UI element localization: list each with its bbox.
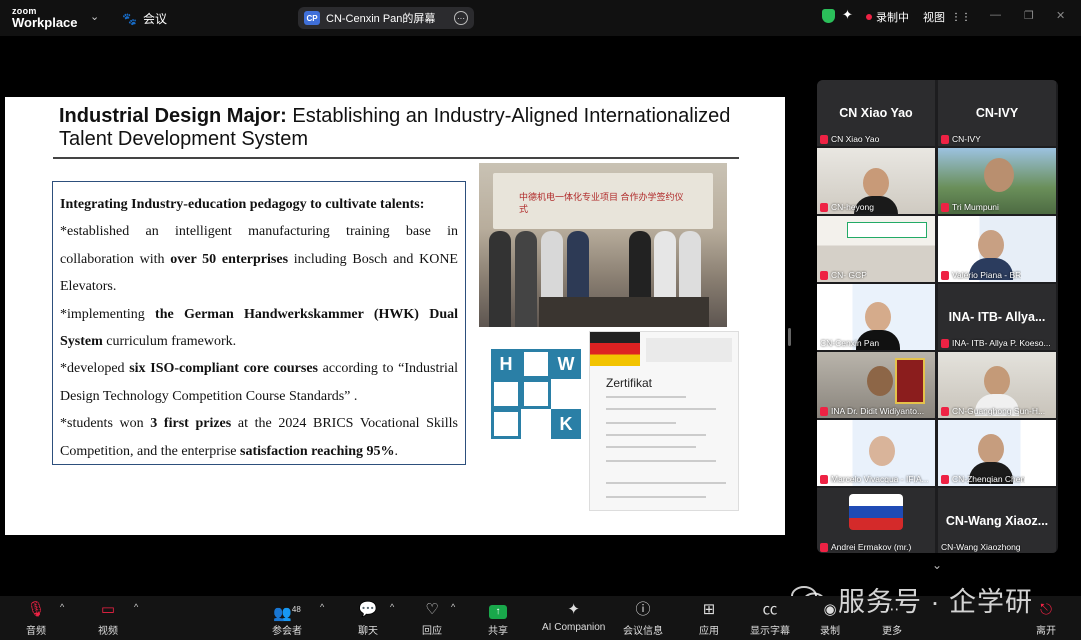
mic-muted-icon: [941, 338, 949, 348]
video-tile[interactable]: INA Dr. Didit Widiyanto...: [817, 352, 935, 418]
zoom-logo[interactable]: zoom Workplace: [12, 6, 78, 30]
panel-splitter[interactable]: [788, 328, 791, 346]
ai-sparkle-icon[interactable]: ✦: [842, 7, 853, 23]
meeting-info-button[interactable]: ⓘ 会议信息: [623, 600, 663, 637]
photo-banner-text: 中德机电一体化专业项目 合作办学签约仪式: [519, 192, 684, 214]
certificate-title: Zertifikat: [606, 376, 653, 390]
presentation-slide: Industrial Design Major: Establishing an…: [5, 97, 785, 535]
top-bar: zoom Workplace ⌄ 🐾 会议 CP CN-Cenxin Pan的屏…: [0, 0, 1081, 36]
more-icon[interactable]: ···: [454, 11, 468, 25]
bullet-2: *implementing the German Handwerkskammer…: [60, 306, 458, 350]
paw-icon: 🐾: [122, 11, 137, 26]
video-tile[interactable]: CN-IVY CN-IVY: [938, 80, 1056, 146]
recording-indicator[interactable]: 录制中: [866, 9, 909, 25]
chevron-down-icon[interactable]: ⌄: [932, 558, 942, 572]
intro-heading: Integrating Industry-education pedagogy …: [60, 197, 425, 212]
react-button[interactable]: ♡ 回应: [422, 600, 442, 637]
restore-icon[interactable]: ❐: [1024, 9, 1034, 22]
video-tile[interactable]: CN-heyong: [817, 148, 935, 214]
heart-icon: ♡: [425, 601, 439, 618]
participant-gallery: CN Xiao Yao CN Xiao Yao CN-IVY CN-IVY CN…: [817, 80, 1058, 553]
video-tile[interactable]: Andrei Ermakov (mr.): [817, 488, 935, 553]
shared-screen: Industrial Design Major: Establishing an…: [5, 72, 785, 562]
apps-button[interactable]: ⊞ 应用: [699, 600, 719, 637]
signing-table: [539, 297, 709, 327]
record-button[interactable]: ◉ 录制: [820, 600, 840, 637]
video-tile[interactable]: CN Xiao Yao CN Xiao Yao: [817, 80, 935, 146]
share-screen-icon: ↑: [489, 605, 507, 619]
record-icon: ◉: [823, 601, 837, 618]
sharer-avatar: CP: [304, 11, 320, 25]
mic-muted-icon: [941, 270, 949, 280]
video-tile-active-speaker[interactable]: CN-Cenxin Pan: [817, 284, 935, 350]
bullet-4: *students won 3 first prizes at the 2024…: [60, 416, 458, 459]
ai-sparkle-icon: ✦: [567, 601, 580, 618]
chevron-up-icon[interactable]: ^: [60, 602, 64, 612]
video-tile[interactable]: CN- GCP: [817, 216, 935, 282]
mic-muted-icon: [941, 202, 949, 212]
share-title: CN-Cenxin Pan的屏幕: [326, 13, 436, 25]
video-tile[interactable]: Valério Piana - BR: [938, 216, 1056, 282]
content-textbox: Integrating Industry-education pedagogy …: [52, 181, 466, 465]
divider: [53, 157, 739, 159]
share-indicator[interactable]: CP CN-Cenxin Pan的屏幕 ···: [298, 7, 474, 29]
slide-title: Industrial Design Major: Establishing an…: [59, 105, 785, 151]
mic-muted-icon: [820, 406, 828, 416]
audio-button[interactable]: 🎙 音频: [26, 600, 46, 637]
mic-muted-icon: [820, 474, 828, 484]
mic-muted-icon: 🎙: [26, 601, 46, 618]
leave-button[interactable]: ⎋ 离开: [1036, 600, 1056, 637]
bullet-1: *established an intelligent manufacturin…: [60, 224, 458, 295]
close-icon[interactable]: ✕: [1056, 9, 1065, 22]
video-tile[interactable]: CN-Guanghong Sun-H...: [938, 352, 1056, 418]
chat-icon: 💬: [358, 601, 378, 618]
participants-button[interactable]: 👥48 参会者: [272, 600, 302, 637]
chevron-up-icon[interactable]: ^: [390, 602, 394, 612]
bullet-3: *developed six ISO-compliant core course…: [60, 361, 459, 404]
captions-button[interactable]: ㏄ 显示字幕: [750, 600, 790, 637]
meetings-menu[interactable]: 🐾 会议: [122, 10, 167, 27]
ai-companion-button[interactable]: ✦ AI Companion: [542, 600, 605, 633]
minimize-icon[interactable]: —: [990, 9, 1001, 21]
chat-button[interactable]: 💬 聊天: [358, 600, 378, 637]
view-menu[interactable]: 视图 ⋮⋮: [923, 9, 971, 25]
people-icon: 👥48: [273, 605, 301, 622]
chevron-down-icon[interactable]: ⌄: [90, 10, 99, 23]
chevron-up-icon[interactable]: ^: [320, 602, 324, 612]
mic-muted-icon: [820, 202, 828, 212]
mic-muted-icon: [820, 270, 828, 280]
apps-icon: ⊞: [702, 601, 716, 618]
video-tile[interactable]: CN-Zhenqian Chen: [938, 420, 1056, 486]
logo-line2: Workplace: [12, 15, 78, 30]
info-icon: ⓘ: [635, 601, 651, 618]
chevron-up-icon[interactable]: ^: [134, 602, 138, 612]
record-dot-icon: [866, 14, 872, 20]
chevron-up-icon[interactable]: ^: [451, 602, 455, 612]
video-off-icon: ▭: [100, 601, 116, 618]
video-button[interactable]: ▭ 视频: [98, 600, 118, 637]
leave-icon: ⎋: [1040, 601, 1052, 618]
video-tile[interactable]: Marcelo Vivacqua - IFIA...: [817, 420, 935, 486]
hwk-logo: H W K: [491, 349, 583, 441]
mic-muted-icon: [820, 134, 828, 144]
video-tile[interactable]: Tri Mumpuni: [938, 148, 1056, 214]
video-tile[interactable]: INA- ITB- Allya... INA- ITB- Allya P. Ko…: [938, 284, 1056, 350]
recording-label: 录制中: [876, 12, 909, 24]
slide-title-bold: Industrial Design Major:: [59, 105, 287, 127]
mic-muted-icon: [941, 474, 949, 484]
video-tile[interactable]: CN-Wang Xiaoz... CN-Wang Xiaozhong: [938, 488, 1056, 553]
certificate-image: Zertifikat: [589, 331, 739, 511]
meetings-label: 会议: [142, 12, 167, 26]
captions-icon: ㏄: [762, 601, 778, 618]
share-button[interactable]: ↑ 共享: [488, 600, 508, 637]
watermark-text: 服务号 · 企学研: [838, 587, 1033, 617]
signing-ceremony-photo: 中德机电一体化专业项目 合作办学签约仪式: [479, 163, 727, 327]
participants-count: 48: [291, 605, 301, 614]
mic-muted-icon: [941, 406, 949, 416]
mic-muted-icon: [820, 542, 828, 552]
view-label: 视图: [923, 12, 945, 24]
mic-muted-icon: [941, 134, 949, 144]
security-shield-icon[interactable]: [822, 9, 835, 23]
grid-icon: ⋮⋮: [951, 11, 971, 23]
